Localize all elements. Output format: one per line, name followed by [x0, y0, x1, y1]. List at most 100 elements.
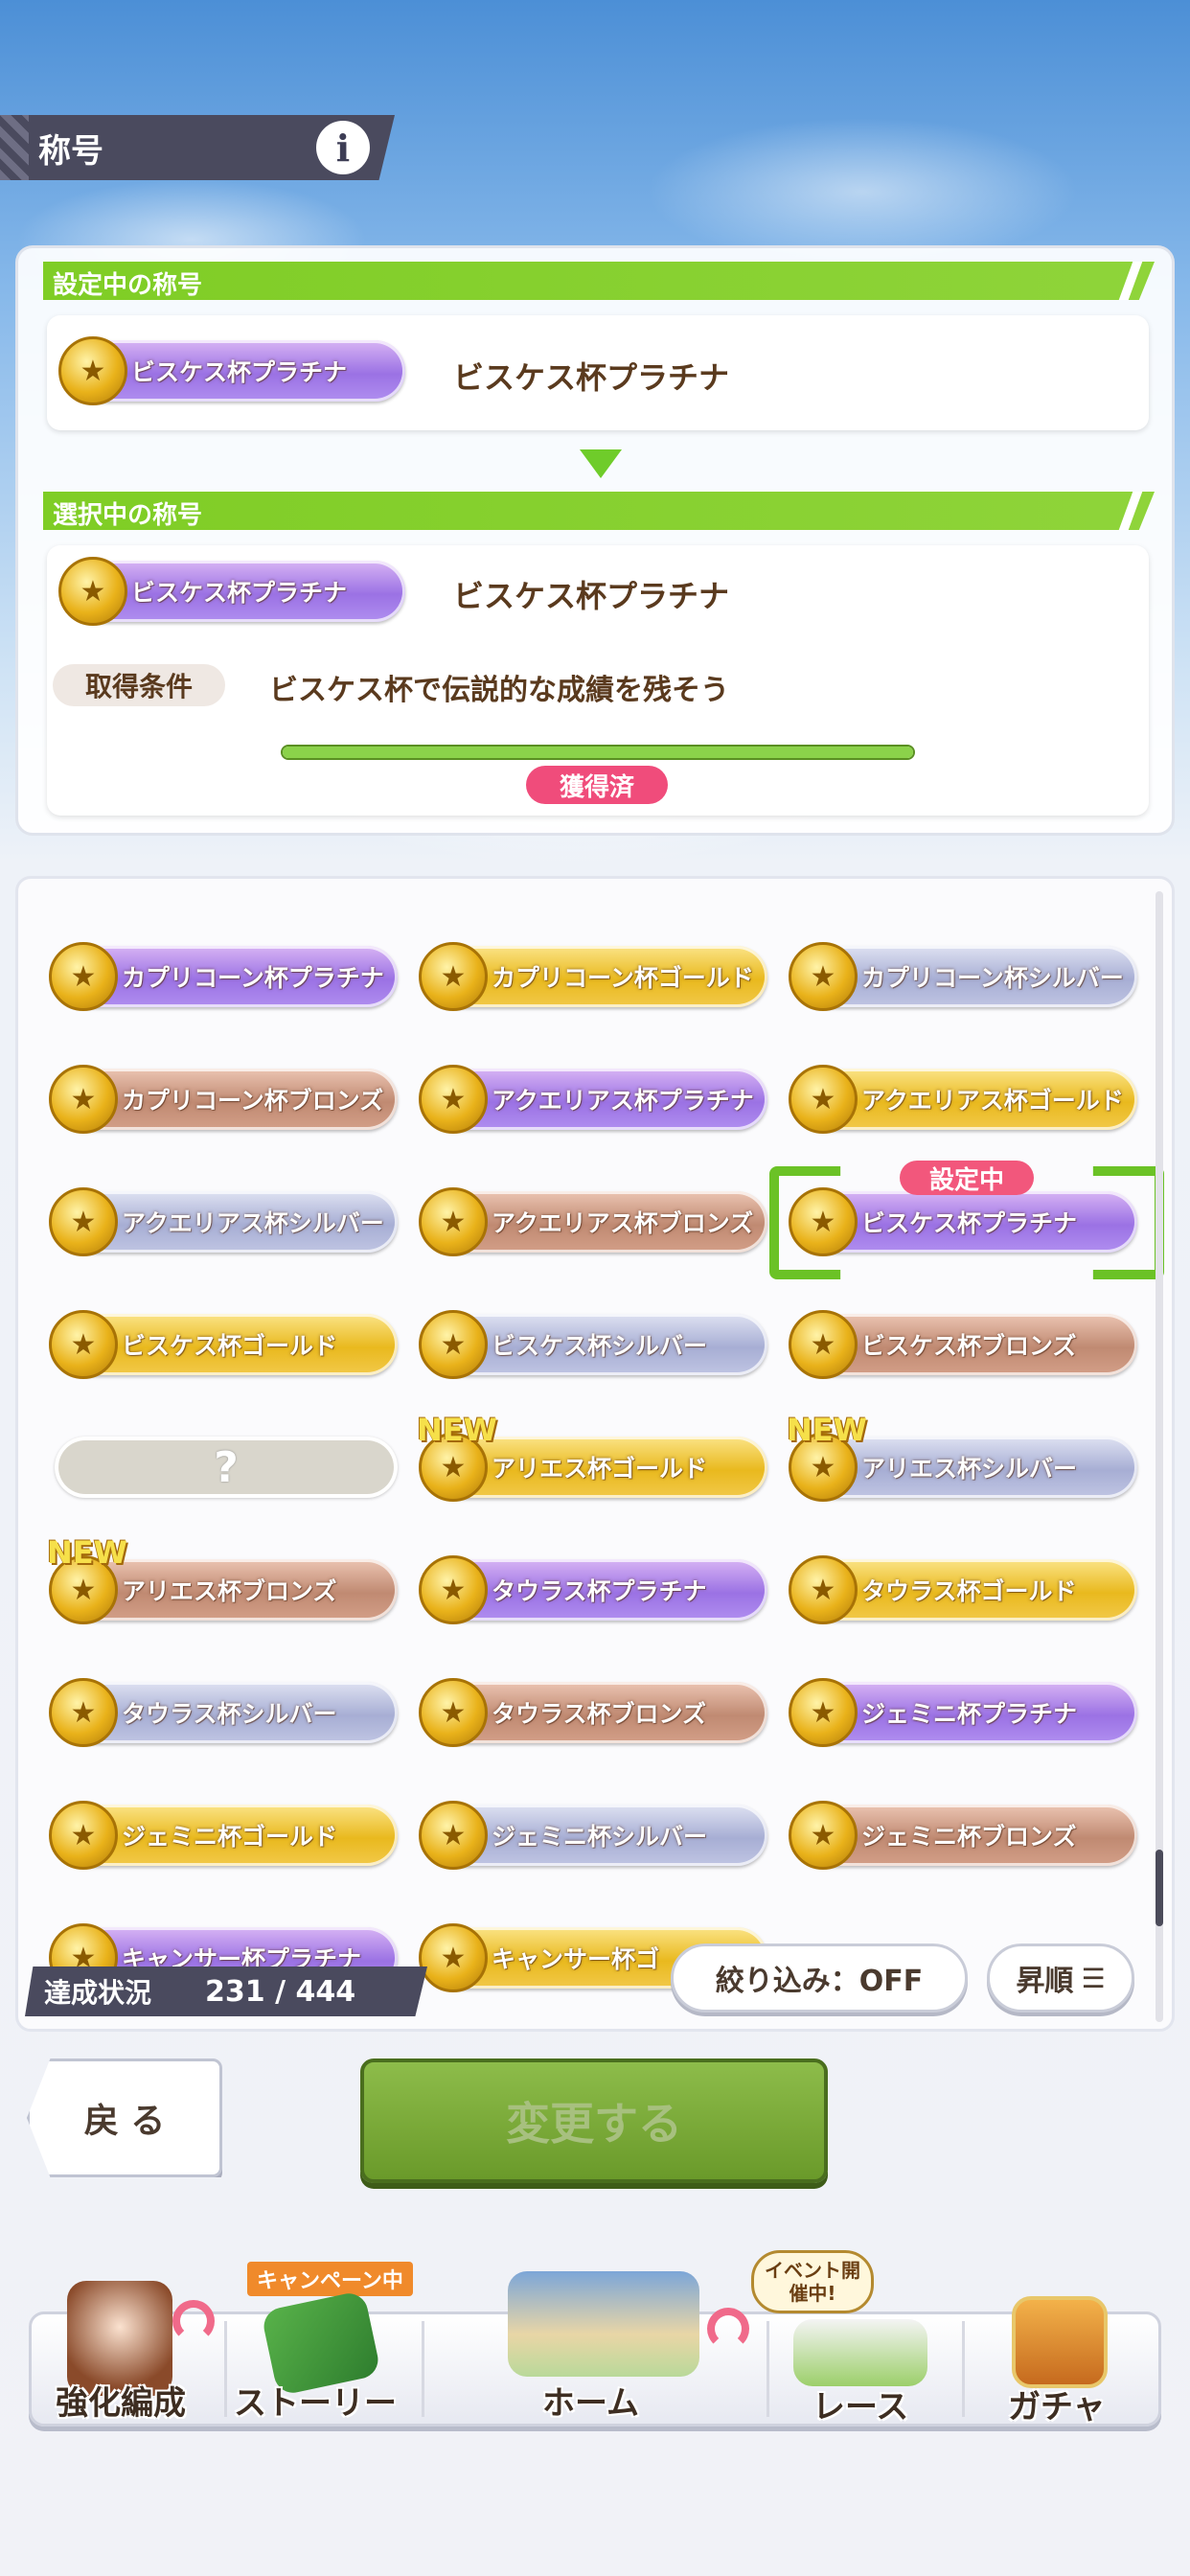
medal-icon: ★: [419, 1065, 488, 1134]
title-badge-label: ジェミニ杯シルバー: [492, 1823, 708, 1851]
title-badge-label: ビスケス杯ゴールド: [122, 1332, 338, 1360]
title-badge[interactable]: ★ カプリコーン杯ゴールド: [419, 942, 767, 1011]
title-badge[interactable]: ★ カプリコーン杯プラチナ: [49, 942, 398, 1011]
nav-item-home[interactable]: ホーム: [450, 2262, 757, 2434]
medal-icon: ★: [419, 1310, 488, 1379]
medal-icon: ★: [419, 1678, 488, 1747]
medal-icon: ★: [419, 1187, 488, 1256]
title-badge[interactable]: ★ ビスケス杯シルバー: [419, 1310, 767, 1379]
title-badge-label: タウラス杯シルバー: [122, 1700, 337, 1728]
title-badge-label: アリエス杯ゴールド: [492, 1455, 708, 1483]
title-badge[interactable]: ★ ビスケス杯プラチナ: [789, 1187, 1137, 1256]
title-badge-label: キャンサー杯ゴ: [492, 1945, 660, 1973]
new-tag: NEW: [417, 1412, 497, 1448]
selected-title-section-bar: 選択中の称号: [43, 492, 1155, 530]
gacha-door-icon: [1012, 2296, 1108, 2388]
progress-bar: [281, 745, 915, 760]
horseshoe-icon: [172, 2300, 215, 2342]
medal-icon: ★: [789, 1801, 858, 1870]
title-detail-panel: 設定中の称号 ★ ビスケス杯プラチナ ビスケス杯プラチナ 選択中の称号 ★ ビス…: [15, 245, 1175, 836]
medal-icon: ★: [789, 1187, 858, 1256]
selected-title-section-label: 選択中の称号: [53, 501, 203, 530]
title-badge[interactable]: ★ ジェミニ杯プラチナ: [789, 1678, 1137, 1747]
title-badge[interactable]: ★ ビスケス杯ブロンズ: [789, 1310, 1137, 1379]
info-button[interactable]: i: [316, 121, 370, 174]
medal-icon: ★: [49, 1065, 118, 1134]
title-badge[interactable]: ★ ジェミニ杯ブロンズ: [789, 1801, 1137, 1870]
nav-item-training[interactable]: 強化編成: [38, 2262, 220, 2434]
title-badge-label: タウラス杯ブロンズ: [492, 1700, 707, 1728]
medal-icon: ★: [58, 557, 127, 626]
medal-icon: ★: [789, 1065, 858, 1134]
title-badge[interactable]: ★ ビスケス杯ゴールド: [49, 1310, 398, 1379]
condition-label: 取得条件: [53, 664, 225, 706]
title-badge-label: アリエス杯ブロンズ: [122, 1577, 337, 1605]
nav-item-story[interactable]: キャンペーン中 ストーリー: [230, 2262, 418, 2434]
selected-title-name: ビスケス杯プラチナ: [453, 578, 730, 614]
condition-text: ビスケス杯で伝説的な成績を残そう: [269, 674, 729, 707]
title-badge-label: カプリコーン杯ブロンズ: [122, 1087, 384, 1115]
sort-lines-icon: ☰: [1081, 1962, 1106, 1994]
title-badge[interactable]: ★ タウラス杯ゴールド: [789, 1555, 1137, 1624]
current-title-name: ビスケス杯プラチナ: [453, 359, 730, 396]
back-button[interactable]: 戻 る: [27, 2058, 222, 2177]
title-badge[interactable]: ★ アクエリアス杯ブロンズ: [419, 1187, 767, 1256]
new-tag: NEW: [47, 1534, 127, 1571]
title-badge-label: アリエス杯シルバー: [861, 1455, 1078, 1483]
sort-button[interactable]: 昇順 ☰: [987, 1944, 1134, 2012]
title-badge[interactable]: ★ ジェミニ杯シルバー: [419, 1801, 767, 1870]
title-badge-label: カプリコーン杯シルバー: [861, 964, 1124, 992]
title-badge[interactable]: ★ ジェミニ杯ゴールド: [49, 1801, 398, 1870]
medal-icon: ★: [49, 1801, 118, 1870]
medal-icon: ★: [789, 1310, 858, 1379]
medal-icon: ★: [419, 1801, 488, 1870]
current-title-card: ★ ビスケス杯プラチナ ビスケス杯プラチナ: [47, 315, 1149, 430]
title-badge[interactable]: ★ カプリコーン杯シルバー: [789, 942, 1137, 1011]
progress-fill: [283, 747, 913, 758]
title-badge[interactable]: ★ タウラス杯シルバー: [49, 1678, 398, 1747]
scrollbar-thumb[interactable]: [1156, 1850, 1163, 1926]
race-gate-icon: [793, 2319, 927, 2386]
nav-item-gacha[interactable]: ガチャ: [968, 2262, 1159, 2434]
page-title: 称号: [38, 131, 103, 171]
achievement-status: 達成状況 231 / 444: [25, 1966, 427, 2016]
title-badge-label: ?: [214, 1442, 239, 1492]
arrow-down-icon: [580, 449, 622, 478]
medal-icon: ★: [789, 1555, 858, 1624]
horseshoe-icon: [707, 2308, 749, 2350]
title-badge[interactable]: ?: [55, 1437, 398, 1498]
medal-icon: ★: [49, 1187, 118, 1256]
event-bubble: イベント開催中!: [751, 2250, 874, 2313]
title-badge[interactable]: ★ タウラス杯ブロンズ: [419, 1678, 767, 1747]
current-title-badge: ★ ビスケス杯プラチナ: [58, 336, 405, 405]
medal-icon: ★: [789, 1678, 858, 1747]
nav-label-home: ホーム: [542, 2384, 639, 2423]
title-badge-label: ビスケス杯プラチナ: [861, 1209, 1078, 1237]
filter-button[interactable]: 絞り込み：OFF: [671, 1944, 968, 2012]
title-stripes: [0, 115, 29, 180]
title-badge-label: カプリコーン杯ゴールド: [492, 964, 754, 992]
title-badge[interactable]: ★ アクエリアス杯ゴールド: [789, 1065, 1137, 1134]
status-badge: 獲得済: [526, 766, 668, 804]
title-badge[interactable]: ★ アクエリアス杯プラチナ: [419, 1065, 767, 1134]
title-badge-label: タウラス杯プラチナ: [492, 1577, 707, 1605]
change-button[interactable]: 変更する: [360, 2058, 828, 2183]
title-badge[interactable]: ★ タウラス杯プラチナ: [419, 1555, 767, 1624]
medal-icon: ★: [419, 1555, 488, 1624]
title-badge-label: アクエリアス杯プラチナ: [492, 1087, 754, 1115]
title-badge-label: アクエリアス杯ゴールド: [861, 1087, 1124, 1115]
current-title-section-bar: 設定中の称号: [43, 262, 1155, 300]
nav-label-race: レース: [812, 2388, 909, 2426]
title-badge-label: アクエリアス杯ブロンズ: [492, 1209, 754, 1237]
medal-icon: ★: [419, 942, 488, 1011]
new-tag: NEW: [787, 1412, 867, 1448]
achievement-value: 231 / 444: [205, 1974, 356, 2009]
title-badge[interactable]: ★ カプリコーン杯ブロンズ: [49, 1065, 398, 1134]
title-badge[interactable]: ★ アクエリアス杯シルバー: [49, 1187, 398, 1256]
title-grid-panel: ★ カプリコーン杯プラチナ ★ カプリコーン杯ゴールド ★ カプリコーン杯シルバー ★ カプリ…: [15, 876, 1175, 2032]
nav-label-story: ストーリー: [234, 2384, 397, 2423]
achievement-label: 達成状況: [44, 1977, 152, 2009]
nav-item-race[interactable]: イベント開催中! レース: [751, 2250, 960, 2434]
school-building-icon: [508, 2271, 699, 2377]
sort-label: 昇順: [1016, 1965, 1074, 1998]
